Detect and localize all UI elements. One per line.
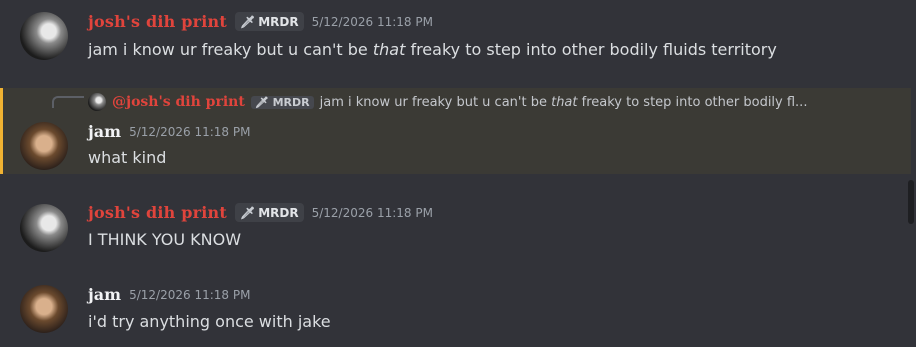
reply-avatar xyxy=(88,93,106,111)
scrollbar[interactable] xyxy=(908,180,914,224)
timestamp[interactable]: 5/12/2026 11:18 PM xyxy=(312,206,433,220)
message-text: what kind xyxy=(88,148,167,167)
sword-icon: 🗡 xyxy=(239,14,256,29)
username-josh[interactable]: josh's dih print xyxy=(88,12,227,31)
message-text: i'd try anything once with jake xyxy=(88,312,331,331)
avatar-jam[interactable] xyxy=(20,285,68,333)
role-tag-label: MRDR xyxy=(258,14,299,29)
message-text-emphasis: that xyxy=(372,40,406,59)
timestamp[interactable]: 5/12/2026 11:18 PM xyxy=(129,288,250,302)
timestamp[interactable]: 5/12/2026 11:18 PM xyxy=(129,125,250,139)
message-text: I THINK YOU KNOW xyxy=(88,230,242,249)
role-tag[interactable]: 🗡 MRDR xyxy=(234,12,304,31)
timestamp[interactable]: 5/12/2026 11:18 PM xyxy=(312,15,433,29)
avatar-josh[interactable] xyxy=(20,12,68,60)
reply-connector-icon xyxy=(52,96,84,108)
username-jam[interactable]: jam xyxy=(88,285,121,304)
sword-icon: 🗡 xyxy=(239,205,256,220)
role-tag-label: MRDR xyxy=(258,205,299,220)
role-tag[interactable]: 🗡 MRDR xyxy=(234,203,304,222)
reply-preview[interactable]: @josh's dih print 🗡 MRDR jam i know ur f… xyxy=(88,93,807,111)
message-header: jam 5/12/2026 11:18 PM xyxy=(88,122,250,141)
message-text: jam i know ur freaky but u can't be that… xyxy=(88,40,777,59)
message-header: jam 5/12/2026 11:18 PM xyxy=(88,285,250,304)
avatar-josh[interactable] xyxy=(20,204,68,252)
username-josh[interactable]: josh's dih print xyxy=(88,203,227,222)
message-header: josh's dih print 🗡 MRDR 5/12/2026 11:18 … xyxy=(88,203,433,222)
reply-text-part: jam i know ur freaky but u can't be xyxy=(319,94,552,110)
sword-icon: 🗡 xyxy=(254,95,269,109)
reply-username[interactable]: @josh's dih print xyxy=(112,94,245,110)
reply-text: jam i know ur freaky but u can't be that… xyxy=(320,95,808,110)
reply-text-part: freaky to step into other bodily fl... xyxy=(577,94,808,110)
avatar-jam[interactable] xyxy=(20,122,68,170)
message-header: josh's dih print 🗡 MRDR 5/12/2026 11:18 … xyxy=(88,12,433,31)
message-text-part: jam i know ur freaky but u can't be xyxy=(88,40,373,59)
message-text-part: freaky to step into other bodily fluids … xyxy=(405,40,777,59)
reply-text-emphasis: that xyxy=(551,94,578,110)
reply-role-tag: 🗡 MRDR xyxy=(250,95,314,109)
reply-role-tag-label: MRDR xyxy=(272,95,310,109)
username-jam[interactable]: jam xyxy=(88,122,121,141)
